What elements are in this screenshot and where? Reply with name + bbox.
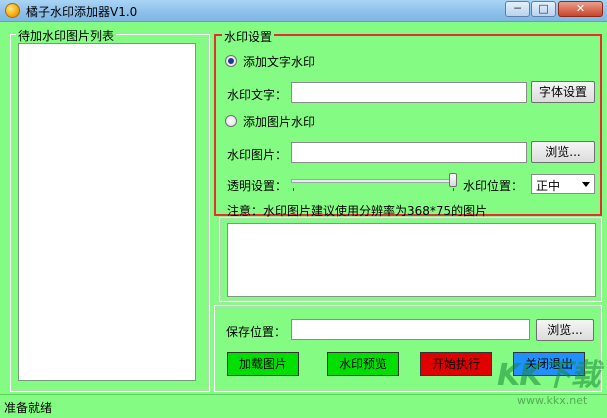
load-images-button[interactable]: 加载图片 (227, 352, 299, 376)
opacity-slider-tick (453, 188, 454, 191)
preview-group (219, 217, 602, 302)
status-text: 准备就绪 (4, 401, 53, 415)
watermark-image-input[interactable] (291, 142, 527, 163)
image-listbox[interactable] (18, 43, 196, 381)
save-location-browse-button[interactable]: 浏览... (536, 319, 594, 341)
minimize-button[interactable]: ─ (505, 1, 530, 17)
maximize-button[interactable]: □ (531, 1, 556, 17)
dropdown-arrow-icon[interactable] (582, 182, 590, 187)
opacity-slider-thumb[interactable] (449, 173, 457, 187)
watermark-image-label: 水印图片： (227, 148, 288, 162)
client-area: 待加水印图片列表 水印设置 添加文字水印 水印文字： 字体设置 添加图片水印 水… (0, 22, 607, 394)
watermark-settings-legend: 水印设置 (222, 28, 275, 45)
watermark-text-input[interactable] (291, 82, 527, 103)
app-orange-icon (5, 3, 20, 18)
title-bar[interactable]: 橘子水印添加器V1.0 ─ □ ✕ (0, 0, 607, 22)
preview-box (227, 223, 596, 297)
close-button[interactable]: ✕ (558, 1, 603, 17)
watermark-preview-button[interactable]: 水印预览 (327, 352, 399, 376)
position-select-value: 正中 (536, 179, 561, 193)
opacity-slider-tick (293, 188, 294, 191)
text-watermark-radio-label[interactable]: 添加文字水印 (243, 53, 315, 70)
status-bar: 准备就绪 (0, 394, 607, 418)
image-watermark-radio[interactable] (225, 115, 237, 127)
image-watermark-radio-label[interactable]: 添加图片水印 (243, 113, 315, 130)
save-location-label: 保存位置： (226, 325, 287, 339)
image-list-group: 待加水印图片列表 (10, 27, 210, 392)
watermark-text-label: 水印文字： (227, 88, 288, 102)
watermark-image-browse-button[interactable]: 浏览... (531, 141, 595, 163)
start-button[interactable]: 开始执行 (420, 352, 492, 376)
opacity-label: 透明设置： (227, 179, 288, 193)
position-label: 水印位置： (463, 179, 524, 193)
font-settings-button[interactable]: 字体设置 (531, 81, 595, 103)
exit-button[interactable]: 关闭退出 (513, 352, 585, 376)
text-watermark-radio[interactable] (225, 55, 237, 67)
window-title: 橘子水印添加器V1.0 (26, 5, 138, 19)
opacity-slider-track[interactable] (291, 179, 457, 183)
output-group: 保存位置： 浏览... 加载图片 水印预览 开始执行 关闭退出 (214, 305, 602, 392)
image-list-legend: 待加水印图片列表 (16, 27, 117, 44)
watermark-settings-group: 水印设置 添加文字水印 水印文字： 字体设置 添加图片水印 水印图片： 浏览..… (214, 28, 602, 218)
position-select[interactable]: 正中 (531, 174, 595, 194)
save-location-input[interactable] (291, 319, 530, 340)
